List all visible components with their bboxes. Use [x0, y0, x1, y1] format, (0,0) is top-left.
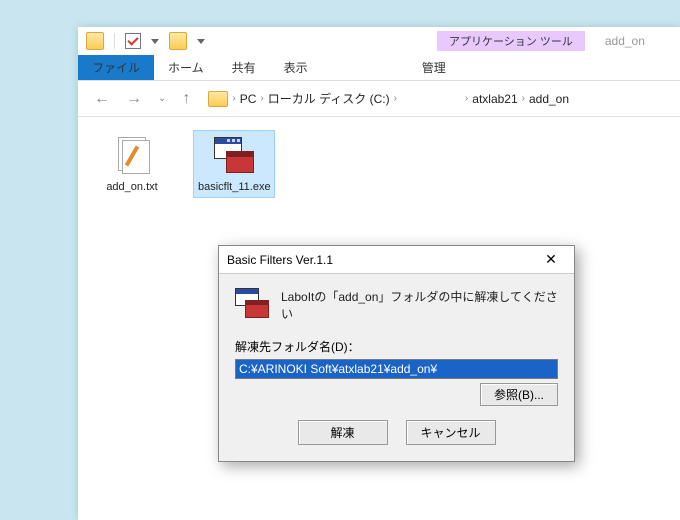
- window-title: add_on: [605, 34, 645, 48]
- tab-manage[interactable]: 管理: [408, 55, 460, 80]
- divider: [114, 33, 115, 49]
- breadcrumb-root[interactable]: PC: [240, 92, 257, 106]
- cancel-button[interactable]: キャンセル: [406, 420, 496, 445]
- dest-input[interactable]: [235, 359, 558, 379]
- context-tab-header: アプリケーション ツール: [437, 31, 585, 51]
- close-icon[interactable]: ✕: [536, 251, 566, 268]
- app-icon: [235, 288, 269, 318]
- folder-icon[interactable]: [169, 32, 187, 50]
- breadcrumb-folder1[interactable]: atxlab21: [472, 92, 517, 106]
- tab-view[interactable]: 表示: [270, 55, 322, 80]
- file-item-exe[interactable]: basicflt_11.exe: [194, 131, 274, 197]
- ribbon-tabs: ファイル ホーム 共有 表示 管理: [78, 55, 680, 81]
- nav-up-icon[interactable]: ↑: [176, 90, 196, 108]
- breadcrumb[interactable]: › PC › ローカル ディスク (C:) › › atxlab21 › add…: [208, 90, 569, 107]
- chevron-down-icon[interactable]: ⌄: [152, 93, 172, 104]
- properties-icon[interactable]: [125, 33, 141, 49]
- exe-file-icon: [212, 135, 256, 175]
- file-list: add_on.txt basicflt_11.exe: [78, 117, 680, 211]
- dialog-message: LabоItの「add_on」フォルダの中に解凍してください: [281, 288, 558, 322]
- breadcrumb-sep: ›: [522, 93, 525, 104]
- dest-label: 解凍先フォルダ名(D)：: [235, 338, 558, 355]
- text-file-icon: [112, 135, 152, 175]
- breadcrumb-drive[interactable]: ローカル ディスク (C:): [268, 90, 390, 107]
- breadcrumb-sep: ›: [465, 93, 468, 104]
- breadcrumb-sep: ›: [232, 93, 235, 104]
- dialog-titlebar[interactable]: Basic Filters Ver.1.1 ✕: [219, 246, 574, 274]
- file-item-txt[interactable]: add_on.txt: [92, 131, 172, 197]
- tab-share[interactable]: 共有: [218, 55, 270, 80]
- chevron-down-icon[interactable]: [197, 39, 205, 44]
- file-label: add_on.txt: [96, 181, 168, 193]
- extract-button[interactable]: 解凍: [298, 420, 388, 445]
- nav-forward-icon[interactable]: →: [120, 90, 148, 108]
- quick-access-toolbar: アプリケーション ツール add_on: [78, 27, 680, 55]
- folder-icon: [208, 91, 228, 107]
- tab-home[interactable]: ホーム: [154, 55, 218, 80]
- tab-file[interactable]: ファイル: [78, 55, 154, 80]
- breadcrumb-folder2[interactable]: add_on: [529, 92, 569, 106]
- file-label: basicflt_11.exe: [198, 181, 270, 193]
- chevron-down-icon[interactable]: [151, 39, 159, 44]
- dialog-title: Basic Filters Ver.1.1: [227, 253, 333, 267]
- breadcrumb-sep: ›: [260, 93, 263, 104]
- breadcrumb-sep: ›: [394, 93, 397, 104]
- folder-icon[interactable]: [86, 32, 104, 50]
- nav-back-icon[interactable]: ←: [88, 90, 116, 108]
- nav-bar: ← → ⌄ ↑ › PC › ローカル ディスク (C:) › › atxlab…: [78, 81, 680, 117]
- browse-button[interactable]: 参照(B)...: [480, 383, 558, 406]
- extract-dialog: Basic Filters Ver.1.1 ✕ LabоItの「add_on」フ…: [218, 245, 575, 462]
